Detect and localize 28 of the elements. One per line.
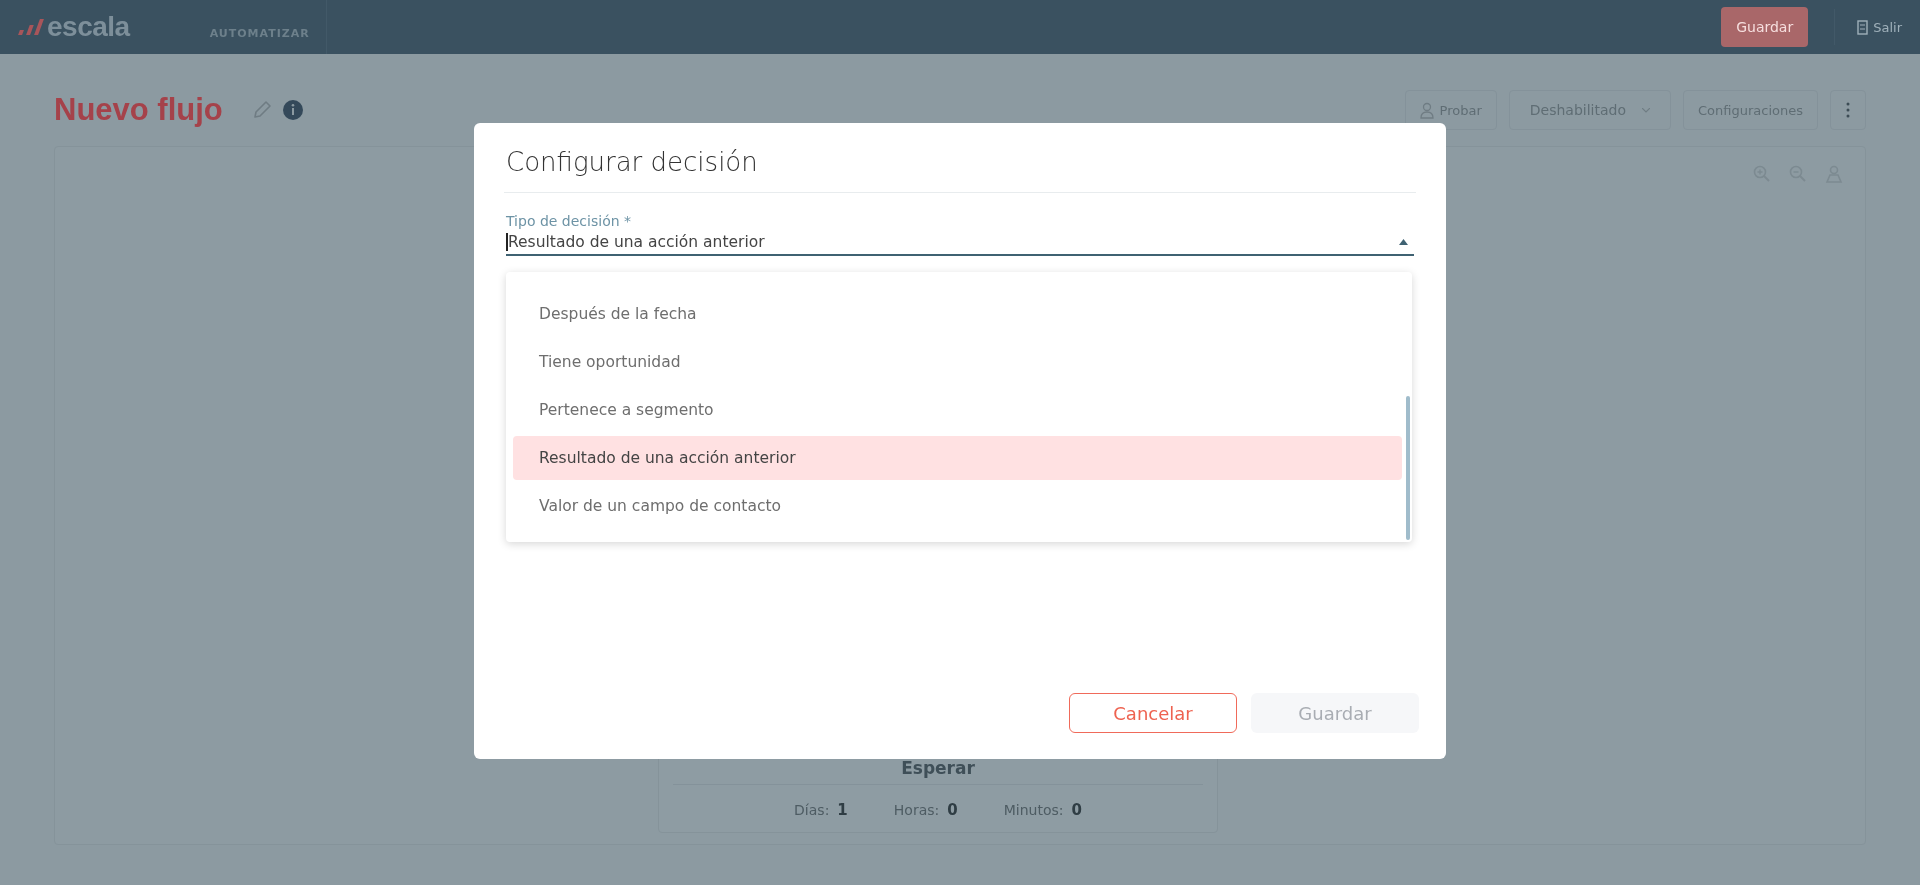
more-icon xyxy=(1846,102,1850,118)
more-button[interactable] xyxy=(1830,90,1866,130)
select-field[interactable]: Tipo de decisión * Resultado de una acción anterior xyxy=(506,213,1414,256)
field-value: 1 xyxy=(837,801,848,819)
door-icon xyxy=(1857,19,1869,35)
dropdown-option[interactable]: Tiene oportunidad xyxy=(513,340,1402,384)
dropdown-option[interactable]: Pertenece a segmento xyxy=(513,388,1402,432)
dialog-title: Configurar decisión xyxy=(505,147,759,177)
dropdown-option[interactable]: Valor de un campo de contacto xyxy=(513,484,1402,528)
field-label: Horas: xyxy=(893,802,940,818)
logo-text: escala xyxy=(47,11,130,43)
info-icon[interactable] xyxy=(282,100,303,120)
exit-button[interactable]: Salir xyxy=(1857,19,1902,35)
cancel-button[interactable]: Cancelar xyxy=(1069,693,1237,733)
chevron-down-icon xyxy=(1642,107,1650,113)
save-button[interactable]: Guardar xyxy=(1721,7,1809,47)
field-label: Días: xyxy=(794,802,830,818)
bars-icon xyxy=(18,19,45,35)
person-icon xyxy=(1419,101,1434,119)
field-value: 0 xyxy=(947,801,958,819)
field-label: Minutos: xyxy=(1003,802,1064,818)
node-title: Esperar xyxy=(901,758,975,778)
caret-icon xyxy=(1399,239,1408,245)
dropdown-option[interactable]: Resultado de una acción anterior xyxy=(513,436,1402,480)
scrollbar[interactable] xyxy=(1406,396,1410,540)
flow-title: Nuevo flujo xyxy=(54,92,223,128)
dropdown-option[interactable]: Después de la fecha xyxy=(513,292,1402,336)
field-value: 0 xyxy=(1071,801,1082,819)
